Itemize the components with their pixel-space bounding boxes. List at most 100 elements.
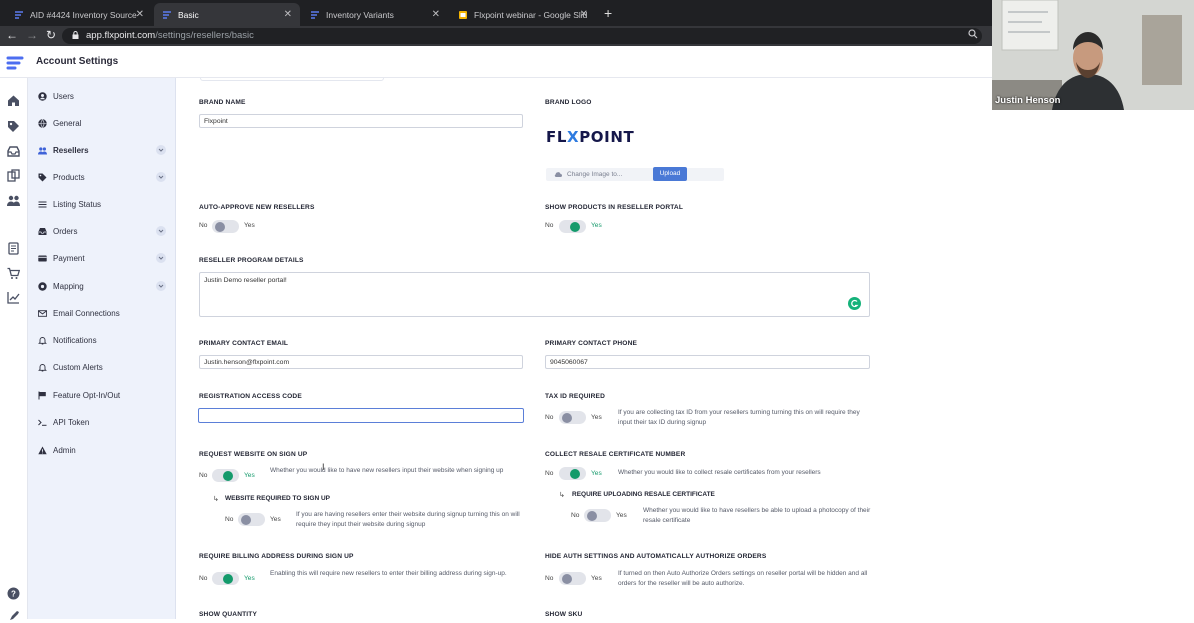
flxpoint-favicon-icon	[14, 10, 24, 20]
website-required-toggle[interactable]	[238, 513, 265, 526]
resale-upload-label: REQUIRE UPLOADING RESALE CERTIFICATE	[572, 491, 715, 498]
logo-text-a: FL	[546, 128, 568, 146]
sidebar-item-general[interactable]: General	[38, 115, 168, 131]
text-cursor-icon: I	[322, 462, 325, 472]
sidebar-item-label: Notifications	[53, 335, 97, 345]
sidebar-item-products[interactable]: Products	[38, 169, 168, 185]
tag-icon[interactable]	[7, 120, 20, 133]
toggle-knob	[562, 573, 572, 584]
users-icon	[38, 146, 47, 154]
tab-title: Basic	[178, 9, 199, 20]
sidebar-item-label: Admin	[53, 445, 76, 455]
sidebar-item-payment[interactable]: Payment	[38, 250, 168, 266]
reload-icon[interactable]: ↻	[46, 28, 56, 42]
browser-tab-active[interactable]: Basic ✕	[154, 3, 300, 26]
users-icon[interactable]	[7, 194, 20, 207]
chevron-down-icon[interactable]	[156, 281, 166, 291]
contact-email-input[interactable]: Justin.henson@flxpoint.com	[199, 355, 523, 369]
sidebar-item-notifications[interactable]: Notifications	[38, 332, 168, 348]
url-input[interactable]: app.flxpoint.com/settings/resellers/basi…	[62, 28, 982, 44]
close-tab-icon[interactable]: ✕	[136, 9, 144, 20]
close-tab-icon[interactable]: ✕	[580, 9, 588, 20]
sidebar-item-email-connections[interactable]: Email Connections	[38, 305, 168, 321]
chevron-down-icon[interactable]	[156, 253, 166, 263]
request-website-toggle[interactable]	[212, 469, 239, 482]
settings-form: BRAND NAME Flxpoint BRAND LOGO FLXPOINT …	[176, 78, 992, 619]
search-icon[interactable]	[968, 29, 978, 39]
brand-name-input[interactable]: Flxpoint	[199, 114, 523, 128]
toggle-yes-label: Yes	[591, 575, 602, 582]
hide-auth-toggle[interactable]	[559, 572, 586, 585]
toggle-yes-label: Yes	[591, 222, 602, 229]
browser-tab[interactable]: AID #4424 Inventory Source ✕	[6, 3, 152, 26]
tag-icon	[38, 173, 47, 181]
auto-approve-label: AUTO-APPROVE NEW RESELLERS	[199, 204, 315, 211]
auto-approve-toggle[interactable]	[212, 220, 239, 233]
resale-cert-toggle[interactable]	[559, 467, 586, 480]
toggle-knob	[587, 510, 597, 521]
sidebar-item-label: Payment	[53, 253, 85, 263]
sidebar-item-admin[interactable]: Admin	[38, 442, 168, 458]
sub-setting-arrow-icon: ↳	[559, 492, 565, 499]
show-products-toggle[interactable]	[559, 220, 586, 233]
upload-button[interactable]: Upload	[653, 167, 687, 181]
browser-tab[interactable]: Flxpoint webinar - Google Slid ✕	[450, 3, 596, 26]
webcam-video	[992, 0, 1194, 110]
close-tab-icon[interactable]: ✕	[284, 9, 292, 20]
document-icon[interactable]	[7, 242, 20, 255]
hide-auth-help: If turned on then Auto Authorize Orders …	[618, 570, 868, 587]
sidebar-item-resellers[interactable]: Resellers	[38, 142, 168, 158]
home-icon[interactable]	[7, 94, 20, 107]
help-icon[interactable]: ?	[7, 587, 20, 600]
resale-upload-toggle[interactable]	[584, 509, 611, 522]
forward-icon[interactable]: →	[26, 28, 38, 42]
inbox-icon[interactable]	[7, 145, 20, 158]
brand-name-label: BRAND NAME	[199, 99, 246, 106]
sidebar-item-custom-alerts[interactable]: Custom Alerts	[38, 359, 168, 375]
sidebar-item-mapping[interactable]: Mapping	[38, 278, 168, 294]
billing-address-toggle[interactable]	[212, 572, 239, 585]
warning-icon	[38, 446, 47, 454]
toggle-knob	[570, 221, 580, 232]
back-icon[interactable]: ←	[6, 28, 18, 42]
show-sku-label: SHOW SKU	[545, 611, 583, 618]
flxpoint-logo-icon[interactable]	[6, 55, 24, 71]
toggle-no-label: No	[199, 222, 208, 229]
file-placeholder: Change Image to...	[567, 171, 623, 178]
rocket-icon[interactable]	[7, 610, 20, 623]
logo-file-input[interactable]: Change Image to...	[546, 168, 724, 181]
chevron-down-icon[interactable]	[156, 226, 166, 236]
sub-setting-arrow-icon: ↳	[213, 496, 219, 503]
sidebar-item-label: General	[53, 118, 82, 128]
program-details-textarea[interactable]: Justin Demo reseller portal!	[199, 272, 870, 317]
tab-title: Flxpoint webinar - Google Slid	[474, 9, 588, 20]
browser-tab[interactable]: Inventory Variants ✕	[302, 3, 448, 26]
toggle-yes-label: Yes	[244, 575, 255, 582]
brand-logo-image: FLXPOINT	[546, 128, 634, 146]
sidebar-item-feature-opt-in-out[interactable]: Feature Opt-In/Out	[38, 387, 168, 403]
program-details-label: RESELLER PROGRAM DETAILS	[199, 257, 304, 264]
sidebar-item-api-token[interactable]: API Token	[38, 414, 168, 430]
toggle-no-label: No	[571, 512, 580, 519]
chart-line-icon[interactable]	[7, 291, 20, 304]
toggle-yes-label: Yes	[591, 414, 602, 421]
chevron-down-icon[interactable]	[156, 145, 166, 155]
chevron-down-icon[interactable]	[156, 172, 166, 182]
sidebar-item-orders[interactable]: Orders	[38, 223, 168, 239]
sidebar-item-listing-status[interactable]: Listing Status	[38, 196, 168, 212]
toggle-knob	[223, 573, 233, 584]
access-code-label: REGISTRATION ACCESS CODE	[199, 393, 302, 400]
grammarly-icon[interactable]	[848, 297, 861, 310]
sidebar-item-users[interactable]: Users	[38, 88, 168, 104]
close-tab-icon[interactable]: ✕	[432, 9, 440, 20]
logo-text-b: POINT	[579, 128, 635, 146]
new-tab-icon[interactable]: +	[604, 5, 612, 21]
url-host: app.flxpoint.com	[86, 30, 156, 41]
contact-phone-input[interactable]: 9045060067	[545, 355, 870, 369]
tax-id-toggle[interactable]	[559, 411, 586, 424]
copy-icon[interactable]	[7, 169, 20, 182]
access-code-input[interactable]	[198, 408, 524, 423]
alert-bell-icon	[38, 363, 47, 371]
cart-icon[interactable]	[7, 267, 20, 280]
toggle-yes-label: Yes	[270, 516, 281, 523]
